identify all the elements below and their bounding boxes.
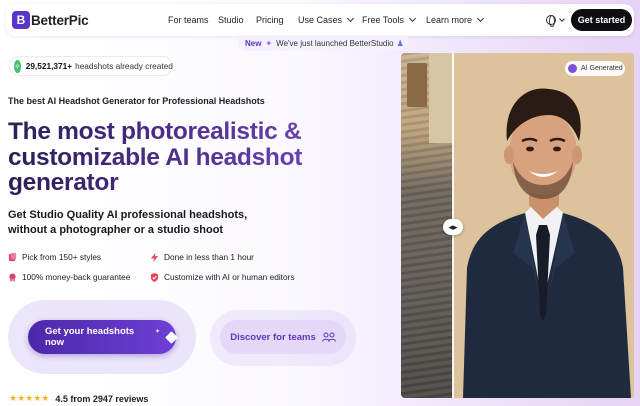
styles-icon bbox=[8, 252, 17, 261]
counter-label: headshots already created bbox=[75, 61, 173, 71]
hero-title-line: generator bbox=[8, 169, 119, 196]
nav-link-label: Use Cases bbox=[298, 15, 343, 25]
feature-item: Customize with AI or human editors bbox=[150, 272, 295, 282]
get-started-button[interactable]: Get started bbox=[571, 9, 632, 31]
slider-handle-icon[interactable]: ◂▸ bbox=[443, 219, 463, 235]
hero-title-line: The most photorealistic & bbox=[8, 118, 302, 145]
nav-link-studio[interactable]: Studio bbox=[218, 15, 244, 25]
get-headshots-label: Get your headshots now bbox=[45, 326, 135, 348]
star-rating-icon: ★★★★★ bbox=[9, 393, 50, 403]
hero-subtitle-line: without a photographer or a studio shoot bbox=[8, 224, 224, 236]
announcement-text: We've just launched BetterStudio bbox=[276, 38, 394, 48]
team-icon bbox=[321, 332, 336, 342]
hero-subtitle: Get Studio Quality AI professional heads… bbox=[8, 208, 247, 238]
new-badge: New bbox=[245, 38, 262, 48]
nav-link-label: Free Tools bbox=[362, 15, 404, 25]
feature-item: Pick from 150+ styles bbox=[8, 252, 101, 262]
before-after-comparison[interactable]: ◂▸ AI Generated bbox=[401, 53, 634, 398]
logo-mark: B bbox=[12, 11, 30, 29]
hero-eyebrow: The best AI Headshot Generator for Profe… bbox=[8, 96, 265, 106]
chevron-down-icon[interactable] bbox=[559, 16, 565, 22]
ai-generated-label: AI Generated bbox=[581, 65, 623, 72]
sparkle-icon: ✧ bbox=[14, 59, 21, 73]
counter-value: 29,521,371+ bbox=[25, 61, 73, 71]
nav-link-label: Pricing bbox=[256, 15, 284, 25]
chevron-down-icon bbox=[346, 14, 355, 23]
rating-summary[interactable]: ★★★★★ 4.5 from 2947 reviews bbox=[9, 393, 148, 404]
chevron-down-icon bbox=[476, 14, 485, 23]
hero-title-line: customizable AI headshot bbox=[8, 143, 303, 171]
ai-generated-badge: AI Generated bbox=[565, 61, 625, 76]
nav-link-label: Studio bbox=[218, 15, 244, 25]
discover-teams-label: Discover for teams bbox=[230, 331, 316, 343]
hero-title: The most photorealistic & customizable A… bbox=[8, 119, 388, 196]
chevron-down-icon bbox=[408, 14, 416, 23]
headshot-counter: ✧ 29,521,371+ headshots already created bbox=[9, 56, 173, 76]
feature-text: Customize with AI or human editors bbox=[164, 272, 295, 282]
sparkle-icon: ✦ bbox=[265, 38, 273, 48]
feature-text: 100% money-back guarantee bbox=[22, 272, 131, 282]
headshot-illustration bbox=[453, 53, 634, 398]
after-photo bbox=[453, 53, 634, 398]
sparkle-small-icon: ✦ bbox=[154, 329, 160, 335]
ai-dot-icon bbox=[568, 64, 577, 73]
door-shape bbox=[407, 63, 427, 107]
feature-item: 100% money-back guarantee bbox=[8, 272, 130, 282]
guarantee-icon bbox=[9, 272, 16, 282]
nav-link-for-teams[interactable]: For teams bbox=[168, 15, 209, 25]
globe-icon[interactable] bbox=[546, 15, 556, 27]
lightning-icon bbox=[150, 252, 159, 262]
hero-subtitle-line: Get Studio Quality AI professional heads… bbox=[8, 209, 248, 221]
nav-link-use-cases[interactable]: Use Cases bbox=[298, 14, 355, 25]
top-navbar: B BetterPic For teams Studio Pricing Use… bbox=[6, 4, 634, 36]
building-shape bbox=[429, 53, 453, 143]
person-icon: ♟ bbox=[396, 38, 404, 48]
feature-text: Done in less than 1 hour bbox=[164, 252, 254, 262]
feature-text: Pick from 150+ styles bbox=[22, 252, 102, 262]
logo-text: BetterPic bbox=[31, 12, 89, 28]
nav-link-learn-more[interactable]: Learn more bbox=[426, 14, 485, 25]
discover-teams-button[interactable]: Discover for teams bbox=[220, 320, 346, 354]
logo[interactable]: B BetterPic bbox=[12, 11, 89, 29]
nav-link-label: Learn more bbox=[426, 15, 473, 25]
get-headshots-button[interactable]: Get your headshots now ✦ bbox=[28, 320, 178, 354]
nav-link-label: For teams bbox=[168, 15, 209, 25]
nav-link-pricing[interactable]: Pricing bbox=[256, 15, 284, 25]
rating-text: 4.5 from 2947 reviews bbox=[55, 393, 149, 404]
feature-item: Done in less than 1 hour bbox=[150, 252, 254, 262]
nav-link-free-tools[interactable]: Free Tools bbox=[362, 14, 416, 25]
announcement-banner[interactable]: New ✦ We've just launched BetterStudio ♟ bbox=[238, 35, 408, 51]
shield-icon bbox=[150, 272, 159, 282]
